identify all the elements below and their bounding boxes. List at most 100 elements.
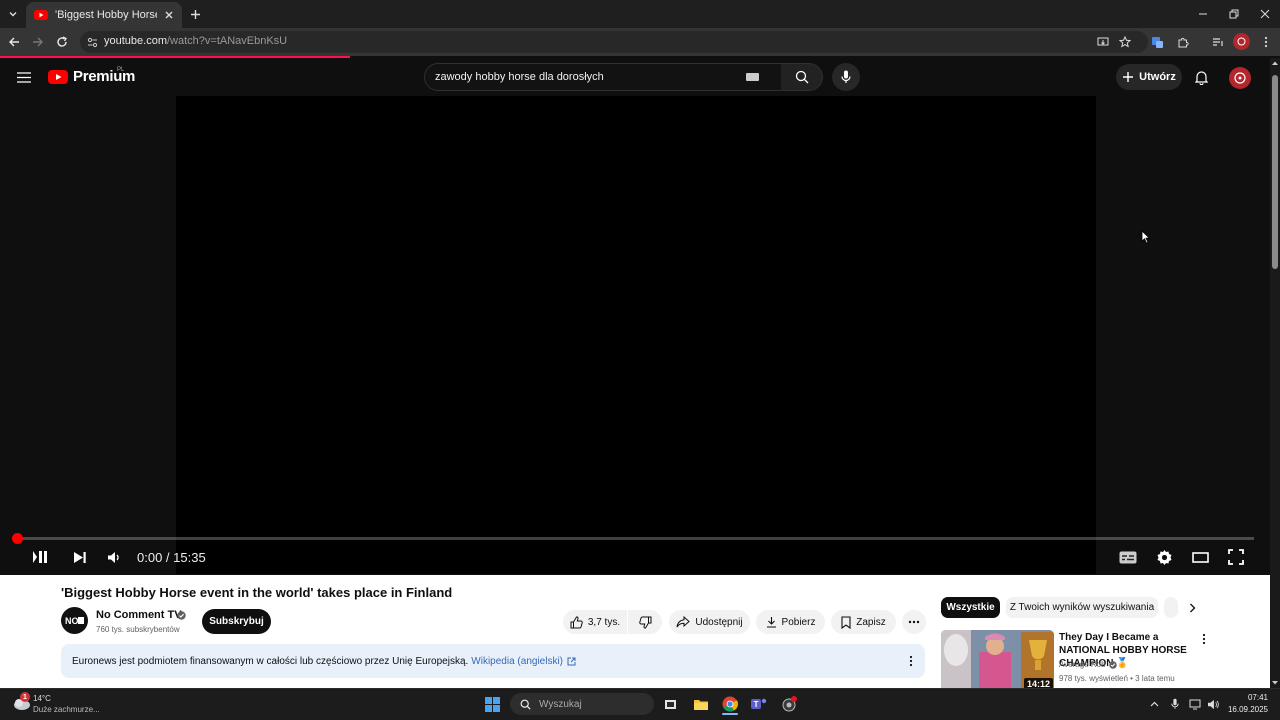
recommendation-meta: 978 tys. wyświetleń • 3 lata temu — [1059, 674, 1175, 683]
network-icon[interactable] — [1188, 697, 1202, 711]
video-surface[interactable] — [176, 96, 1096, 574]
tab-search-chevron-icon[interactable] — [5, 6, 21, 22]
microphone-icon — [841, 70, 851, 83]
reload-icon[interactable] — [54, 34, 70, 50]
media-controls-icon[interactable] — [1210, 34, 1226, 50]
scrollbar-thumb[interactable] — [1272, 75, 1278, 269]
browser-menu-icon[interactable] — [1259, 34, 1273, 50]
gear-icon — [1157, 549, 1171, 565]
search-input[interactable]: zawody hobby horse dla dorosłych — [424, 63, 782, 91]
bookmark-star-icon[interactable] — [1117, 34, 1133, 50]
task-view-icon[interactable] — [661, 695, 679, 713]
chip-from-search[interactable]: Z Twoich wyników wyszukiwania — [1006, 597, 1158, 618]
weather-temperature[interactable]: 14°C — [33, 694, 51, 703]
keyboard-icon[interactable] — [744, 72, 760, 82]
no-comment-logo-icon: NO — [65, 616, 84, 626]
scroll-down-arrow-icon[interactable] — [1271, 680, 1279, 686]
taskbar-clock-time[interactable]: 07:41 — [1224, 693, 1268, 702]
taskbar-search-placeholder: Wyszukaj — [539, 698, 582, 710]
share-icon — [676, 616, 691, 628]
channel-avatar[interactable]: NO — [61, 607, 88, 634]
theater-mode-button[interactable] — [1188, 547, 1212, 567]
play-pause-button[interactable] — [28, 547, 52, 567]
chip-search-label: Z Twoich wyników wyszukiwania — [1009, 602, 1155, 613]
video-progress-bar[interactable] — [16, 537, 1254, 540]
recommendation-channel-name: Average Rob — [1059, 660, 1106, 669]
volume-icon — [107, 551, 119, 563]
tray-microphone-icon[interactable] — [1168, 697, 1182, 711]
chip-all-label: Wszystkie — [946, 602, 995, 613]
translate-extension-icon[interactable] — [1149, 34, 1165, 50]
close-tab-icon[interactable] — [164, 10, 174, 20]
chevron-right-icon[interactable] — [1184, 600, 1200, 616]
close-window-icon[interactable] — [1257, 6, 1273, 22]
taskbar-search-box[interactable]: Wyszukaj — [510, 693, 654, 715]
youtube-favicon-icon — [34, 10, 48, 20]
fullscreen-button[interactable] — [1224, 546, 1248, 568]
video-title: 'Biggest Hobby Horse event in the world'… — [61, 585, 453, 600]
download-button[interactable]: Pobierz — [756, 610, 825, 634]
site-info-icon[interactable] — [85, 35, 99, 49]
notifications-bell-icon[interactable] — [1192, 68, 1210, 86]
share-label: Udostępnij — [695, 616, 743, 628]
file-explorer-icon[interactable] — [691, 695, 711, 713]
chrome-active-indicator — [722, 713, 738, 715]
recommendation-channel[interactable]: Average Rob — [1059, 660, 1117, 669]
chrome-icon[interactable] — [720, 695, 740, 713]
channel-name[interactable]: No Comment TV — [96, 609, 182, 621]
svg-text:T: T — [754, 700, 759, 709]
subtitles-button[interactable] — [1116, 547, 1140, 567]
guide-menu-icon[interactable] — [14, 68, 34, 86]
speaker-icon[interactable] — [1206, 697, 1220, 711]
funding-info-text: Euronews jest podmiotem finansowanym w c… — [72, 655, 469, 667]
volume-button[interactable] — [103, 547, 125, 567]
weather-description[interactable]: Duże zachmurze... — [33, 705, 100, 714]
dislike-button[interactable] — [628, 610, 662, 634]
account-avatar[interactable] — [1229, 67, 1251, 89]
extensions-puzzle-icon[interactable] — [1175, 34, 1191, 50]
scroll-up-arrow-icon[interactable] — [1271, 60, 1279, 66]
restore-window-icon[interactable] — [1226, 6, 1242, 22]
chip-truncated[interactable] — [1164, 597, 1178, 618]
browser-tab[interactable]: 'Biggest Hobby Horse event in — [26, 2, 182, 28]
youtube-logo-icon — [48, 69, 68, 84]
back-icon[interactable] — [6, 34, 22, 50]
save-label: Zapisz — [856, 616, 886, 628]
like-button[interactable]: 3,7 tys. — [563, 610, 627, 634]
more-actions-button[interactable] — [902, 610, 926, 634]
svg-text:NO: NO — [65, 616, 79, 626]
external-link-icon — [567, 657, 576, 665]
progress-scrubber-handle[interactable] — [12, 533, 23, 544]
settings-button[interactable] — [1152, 546, 1176, 568]
create-button[interactable]: Utwórz — [1116, 64, 1182, 90]
mouse-cursor-icon — [1141, 230, 1151, 244]
taskbar-clock-date[interactable]: 16.09.2025 — [1224, 705, 1268, 714]
search-icon — [795, 70, 808, 84]
search-icon — [520, 699, 531, 710]
share-button[interactable]: Udostępnij — [669, 610, 750, 634]
thumbs-down-icon — [638, 616, 651, 629]
subscribe-button[interactable]: Subskrybuj — [202, 609, 271, 634]
forward-icon[interactable] — [30, 34, 46, 50]
thumbs-up-icon — [570, 615, 583, 628]
new-tab-icon[interactable] — [187, 6, 203, 22]
search-button[interactable] — [781, 63, 823, 91]
info-panel-menu-icon[interactable] — [905, 653, 917, 669]
teams-icon[interactable]: T — [749, 695, 769, 713]
recommendation-menu-icon[interactable] — [1198, 632, 1210, 646]
subscribe-label: Subskrybuj — [209, 616, 264, 627]
save-button[interactable]: Zapisz — [831, 610, 896, 634]
next-video-button[interactable] — [68, 547, 92, 567]
hidden-icons-chevron-icon[interactable] — [1147, 697, 1161, 711]
app-with-notification-icon[interactable] — [779, 695, 799, 713]
more-horizontal-icon — [908, 620, 920, 624]
minimize-window-icon[interactable] — [1195, 6, 1211, 22]
play-pause-icon — [33, 551, 47, 563]
wikipedia-link[interactable]: Wikipedia (angielski) — [471, 656, 563, 667]
download-icon — [766, 617, 776, 628]
voice-search-button[interactable] — [832, 63, 860, 91]
windows-start-icon[interactable] — [482, 695, 502, 713]
install-app-icon[interactable] — [1095, 34, 1111, 50]
profile-avatar-icon[interactable] — [1233, 33, 1250, 50]
chip-all[interactable]: Wszystkie — [941, 597, 1000, 618]
